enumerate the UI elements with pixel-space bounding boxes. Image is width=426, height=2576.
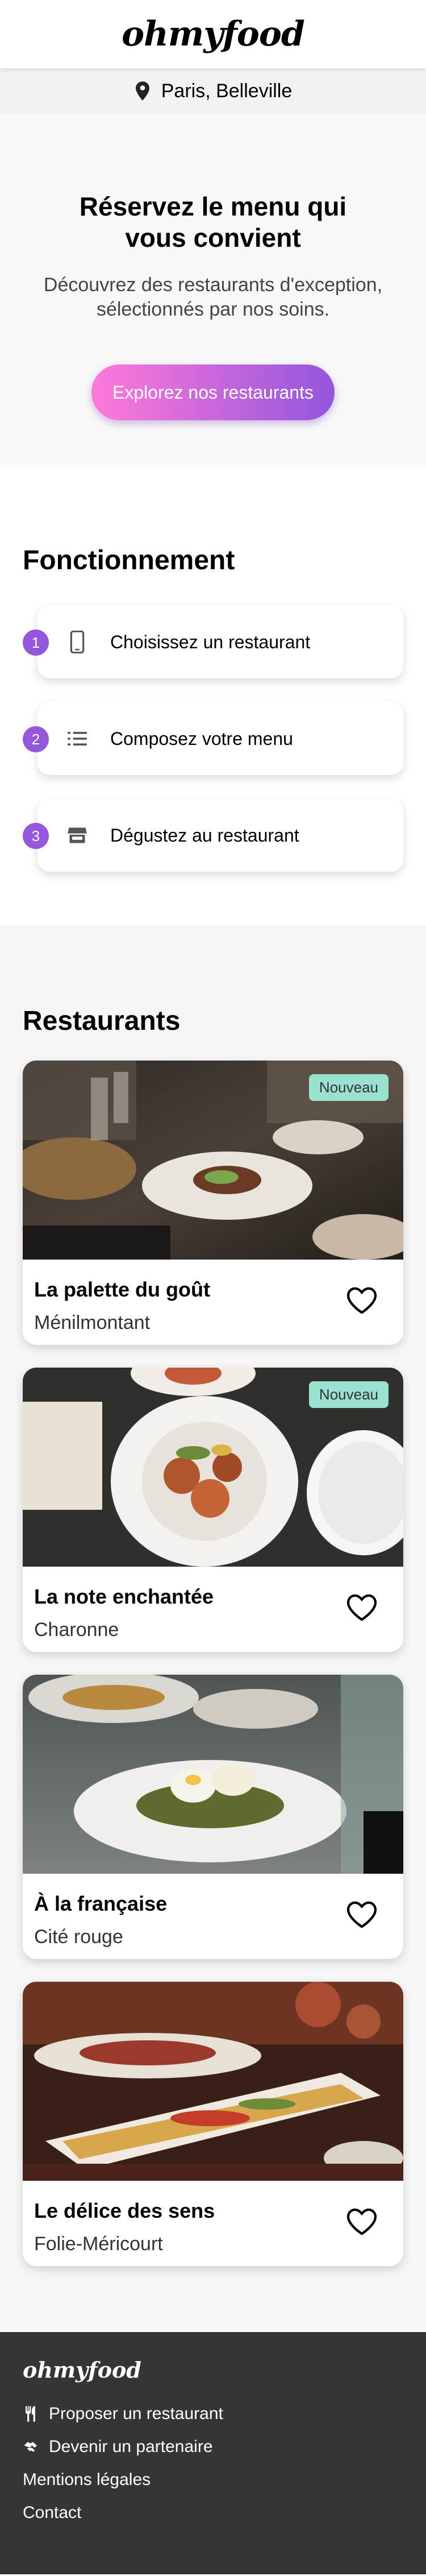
step-number-badge: 2 [23,726,49,752]
list-icon [68,732,87,746]
restaurant-info: La palette du goût Ménilmontant [23,1260,403,1345]
step-label: Choisissez un restaurant [110,631,311,652]
utensils-icon [26,2406,35,2422]
footer-logo[interactable]: ohmyfood [23,2357,403,2383]
footer-link-label: Devenir un partenaire [49,2437,213,2456]
handshake-icon [24,2442,37,2452]
heart-icon[interactable] [346,1594,377,1621]
footer-link-label: Mentions légales [23,2470,151,2489]
restaurant-card[interactable]: Nouveau La note enchantée Charonne [23,1368,403,1652]
restaurant-name: La palette du goût [34,1278,210,1301]
restaurant-name: La note enchantée [34,1585,214,1608]
footer-link-propose-restaurant[interactable]: Proposer un restaurant [23,2404,403,2424]
how-it-works-section: Fonctionnement 1 Choisissez un restauran… [0,465,426,926]
map-pin-icon [135,81,149,101]
restaurant-name: Le délice des sens [34,2199,215,2222]
restaurant-card[interactable]: Le délice des sens Folie-Méricourt [23,1982,403,2266]
restaurants-section-title: Restaurants [23,1006,181,1036]
restaurant-card[interactable]: À la française Cité rouge [23,1675,403,1959]
restaurant-info: La note enchantée Charonne [23,1567,403,1652]
heart-icon[interactable] [346,1901,377,1928]
how-section-title: Fonctionnement [23,545,235,575]
step-card: Composez votre menu [37,702,403,775]
restaurant-card[interactable]: Nouveau La palette du goût Ménilmontant [23,1061,403,1345]
restaurants-section: Restaurants Nouveau La palette du goût M… [0,926,426,2332]
step-number-badge: 3 [23,823,49,849]
step-label: Dégustez au restaurant [110,825,299,846]
step-item: 1 Choisissez un restaurant [23,606,403,678]
restaurant-photo [23,1675,403,1874]
footer-link-become-partner[interactable]: Devenir un partenaire [23,2437,403,2457]
steps-list: 1 Choisissez un restaurant 2 Composez vo… [23,606,403,872]
step-card: Dégustez au restaurant [37,799,403,872]
step-item: 3 Dégustez au restaurant [23,799,403,872]
step-item: 2 Composez votre menu [23,702,403,775]
heart-icon[interactable] [346,1287,377,1314]
restaurant-info: Le délice des sens Folie-Méricourt [23,2181,403,2266]
new-badge: Nouveau [308,1074,389,1101]
restaurant-area: Ménilmontant [34,1312,151,1333]
footer-link-legal[interactable]: Mentions légales [23,2470,403,2490]
mobile-phone-icon [70,631,85,653]
restaurant-area: Charonne [34,1619,119,1641]
step-label: Composez votre menu [110,728,293,749]
restaurant-area: Folie-Méricourt [34,2233,163,2255]
step-card: Choisissez un restaurant [37,606,403,678]
heart-icon[interactable] [346,2208,377,2235]
site-header: ohmyfood [0,0,426,68]
restaurant-list: Nouveau La palette du goût Ménilmontant [23,1061,403,2266]
step-number-badge: 1 [23,629,49,656]
explore-restaurants-button[interactable]: Explorez nos restaurants [91,365,335,421]
hero-section: Réservez le menu qui vous convient Décou… [0,114,426,465]
hero-title: Réservez le menu qui vous convient [79,192,347,253]
store-icon [68,827,87,843]
location-text: Paris, Belleville [161,80,293,102]
restaurant-area: Cité rouge [34,1926,123,1948]
new-badge: Nouveau [308,1381,389,1408]
footer-link-contact[interactable]: Contact [23,2503,403,2523]
footer-link-label: Contact [23,2503,82,2522]
footer-link-label: Proposer un restaurant [49,2404,223,2423]
site-logo[interactable]: ohmyfood [122,14,305,54]
restaurant-photo: Nouveau [23,1061,403,1260]
site-footer: ohmyfood Proposer un restaurant Devenir … [0,2332,426,2574]
restaurant-info: À la française Cité rouge [23,1874,403,1959]
restaurant-photo [23,1982,403,2181]
location-bar[interactable]: Paris, Belleville [0,68,426,114]
footer-nav: Proposer un restaurant Devenir un parten… [23,2404,403,2523]
hero-subtitle: Découvrez des restaurants d'exception, s… [43,274,383,320]
restaurant-photo: Nouveau [23,1368,403,1567]
restaurant-name: À la française [34,1892,168,1915]
